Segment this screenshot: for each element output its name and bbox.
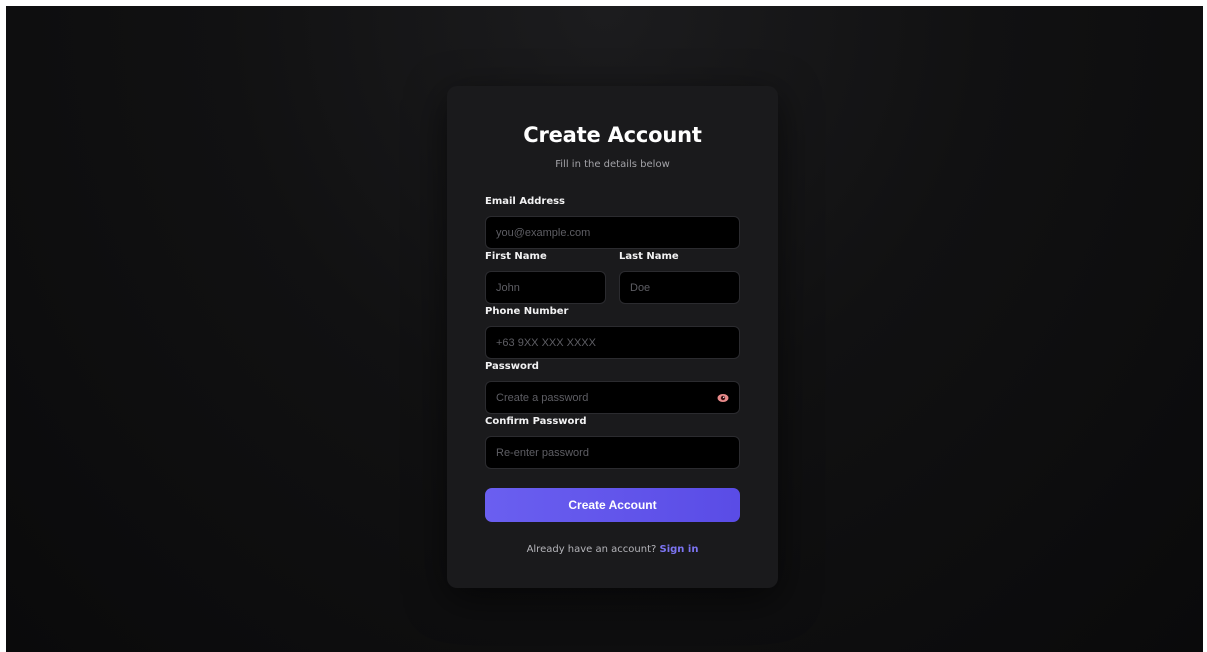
signin-prompt: Already have an account? Sign in (447, 544, 778, 555)
email-label: Email Address (485, 196, 566, 207)
phone-label: Phone Number (485, 306, 569, 317)
email-input[interactable] (485, 216, 740, 249)
create-account-button[interactable]: Create Account (485, 488, 740, 522)
sign-in-link[interactable]: Sign in (660, 544, 699, 555)
eye-icon[interactable] (717, 391, 729, 403)
password-label: Password (485, 361, 539, 372)
page-subtitle: Fill in the details below (555, 159, 670, 170)
confirm-password-input[interactable] (485, 436, 740, 469)
page-title: Create Account (523, 123, 702, 147)
phone-input[interactable] (485, 326, 740, 359)
first-name-label: First Name (485, 251, 547, 262)
signup-card: Create Account Fill in the details below… (447, 86, 778, 588)
signin-prompt-text: Already have an account? (526, 544, 657, 555)
page-background: Create Account Fill in the details below… (6, 6, 1203, 652)
confirm-password-label: Confirm Password (485, 416, 587, 427)
last-name-input[interactable] (619, 271, 740, 304)
last-name-label: Last Name (619, 251, 679, 262)
first-name-input[interactable] (485, 271, 606, 304)
password-input[interactable] (485, 381, 740, 414)
